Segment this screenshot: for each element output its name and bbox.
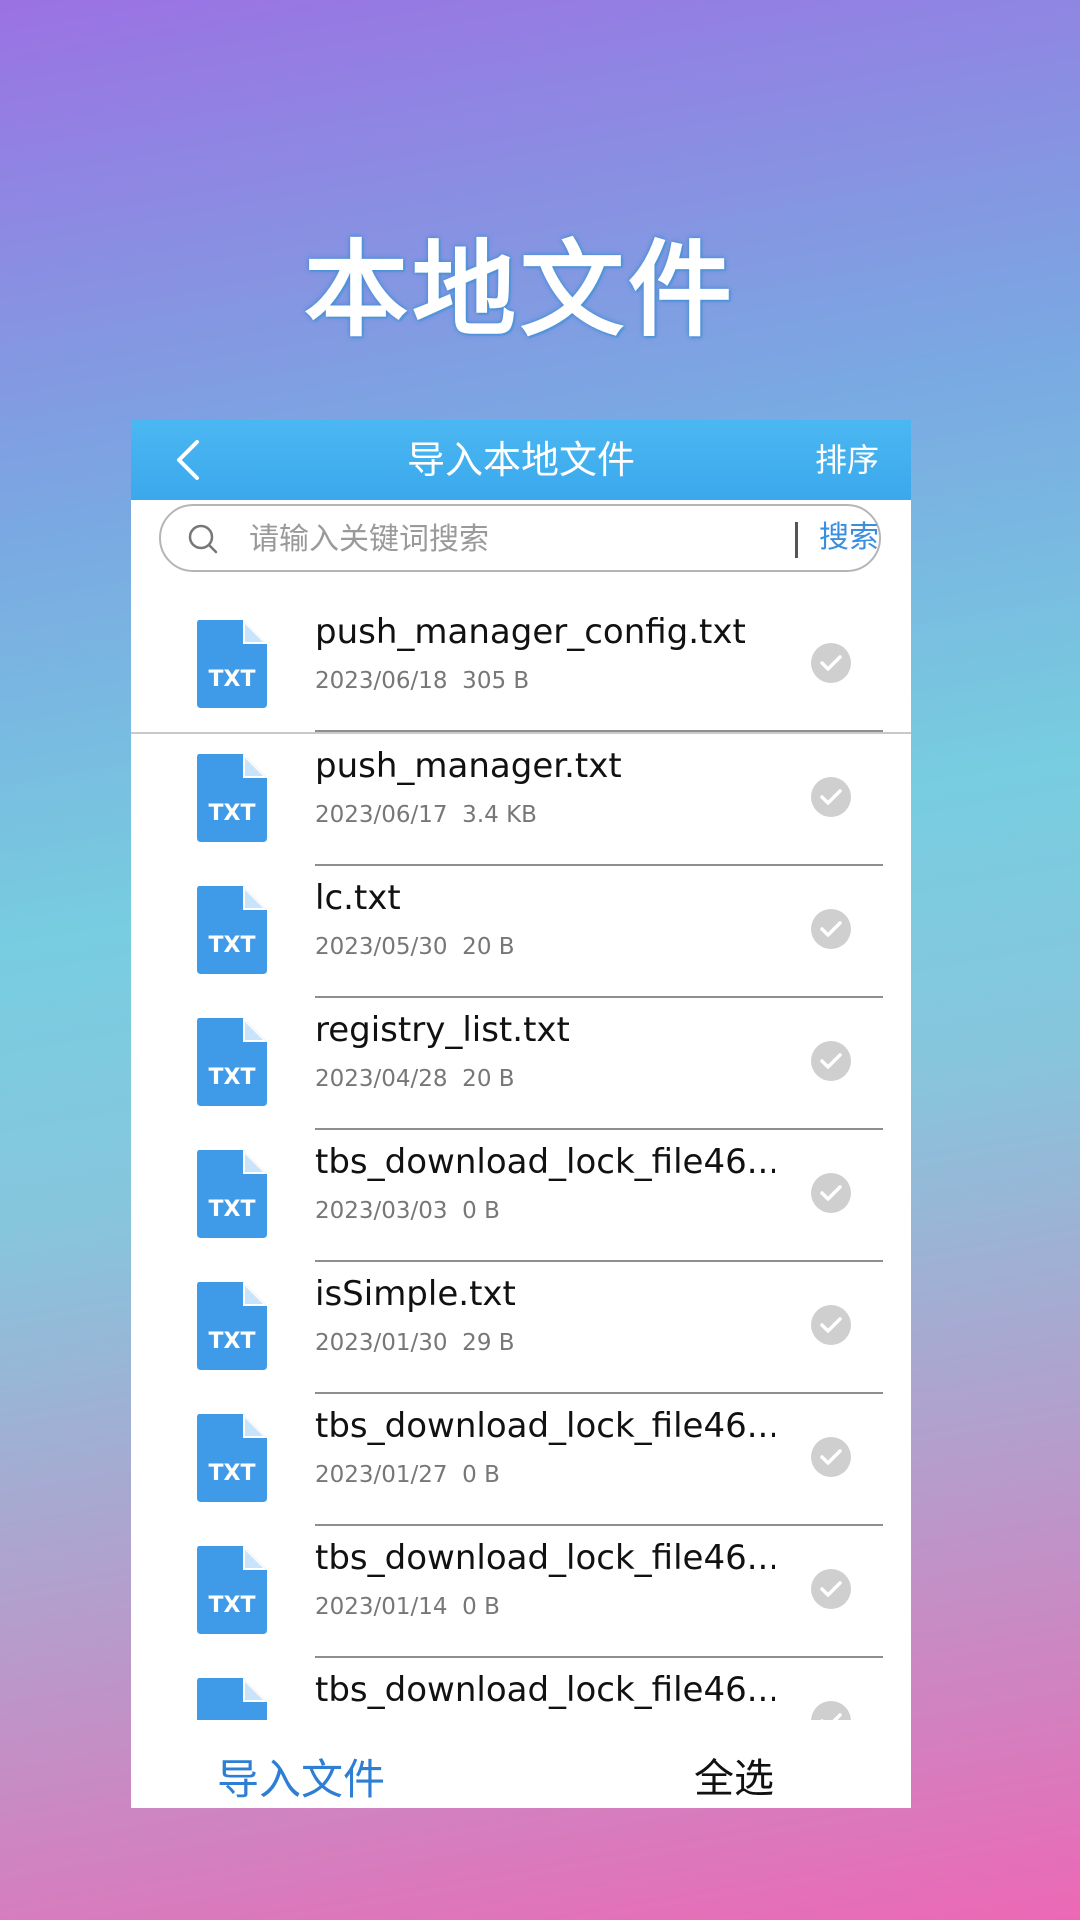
txt-file-icon: TXT xyxy=(197,1150,267,1238)
file-name: tbs_download_lock_file46... xyxy=(315,1538,775,1578)
svg-text:TXT: TXT xyxy=(209,1329,256,1354)
file-name: tbs_download_lock_file46... xyxy=(315,1142,775,1182)
bottom-bar: 导入文件 全选 xyxy=(131,1720,911,1808)
svg-text:TXT: TXT xyxy=(209,667,256,692)
file-row[interactable]: TXT push_manager_config.txt 2023/06/18 3… xyxy=(131,600,911,734)
file-name: tbs_download_lock_file46... xyxy=(315,1406,775,1446)
file-name: isSimple.txt xyxy=(315,1274,516,1314)
file-row[interactable]: TXT tbs_download_lock_file46... xyxy=(131,1658,911,1720)
hero-title: 本地文件 xyxy=(303,229,736,351)
file-list: TXT push_manager_config.txt 2023/06/18 3… xyxy=(131,600,911,1720)
txt-file-icon: TXT xyxy=(197,1546,267,1634)
file-row[interactable]: TXT registry_list.txt 2023/04/28 20 B xyxy=(131,998,911,1130)
file-name: registry_list.txt xyxy=(315,1010,570,1050)
check-circle-icon[interactable] xyxy=(810,1040,852,1082)
svg-text:TXT: TXT xyxy=(209,933,256,958)
file-row[interactable]: TXT tbs_download_lock_file46... 2023/01/… xyxy=(131,1526,911,1658)
check-circle-icon[interactable] xyxy=(810,1436,852,1478)
check-circle-icon[interactable] xyxy=(810,1568,852,1610)
file-meta: 2023/06/17 3.4 KB xyxy=(315,802,537,828)
svg-text:TXT: TXT xyxy=(209,1065,256,1090)
txt-file-icon: TXT xyxy=(197,1414,267,1502)
file-name: push_manager_config.txt xyxy=(315,612,746,652)
txt-file-icon: TXT xyxy=(197,1282,267,1370)
file-row[interactable]: TXT lc.txt 2023/05/30 20 B xyxy=(131,866,911,998)
check-circle-icon[interactable] xyxy=(810,1700,852,1720)
svg-text:TXT: TXT xyxy=(209,1461,256,1486)
file-meta: 2023/04/28 20 B xyxy=(315,1066,515,1092)
svg-text:TXT: TXT xyxy=(209,1197,256,1222)
file-meta: 2023/03/03 0 B xyxy=(315,1198,500,1224)
svg-text:TXT: TXT xyxy=(209,801,256,826)
file-meta: 2023/01/30 29 B xyxy=(315,1330,515,1356)
top-bar: 导入本地文件 排序 xyxy=(131,420,911,500)
file-name: lc.txt xyxy=(315,878,401,918)
import-files-button[interactable]: 导入文件 xyxy=(217,1746,385,1807)
file-meta: 2023/01/14 0 B xyxy=(315,1594,500,1620)
sort-button[interactable]: 排序 xyxy=(815,420,879,500)
file-row[interactable]: TXT tbs_download_lock_file46... 2023/01/… xyxy=(131,1394,911,1526)
check-circle-icon[interactable] xyxy=(810,1172,852,1214)
file-row[interactable]: TXT tbs_download_lock_file46... 2023/03/… xyxy=(131,1130,911,1262)
txt-file-icon: TXT xyxy=(197,620,267,708)
txt-file-icon: TXT xyxy=(197,754,267,842)
svg-text:TXT: TXT xyxy=(209,1593,256,1618)
txt-file-icon: TXT xyxy=(197,1018,267,1106)
check-circle-icon[interactable] xyxy=(810,908,852,950)
check-circle-icon[interactable] xyxy=(810,776,852,818)
file-name: tbs_download_lock_file46... xyxy=(315,1670,775,1710)
search-divider xyxy=(795,522,798,558)
file-meta: 2023/05/30 20 B xyxy=(315,934,515,960)
search-button[interactable]: 搜索 xyxy=(819,506,879,570)
app-panel: 导入本地文件 排序 搜索 TXT push_manager_config.txt… xyxy=(131,420,911,1808)
file-name: push_manager.txt xyxy=(315,746,622,786)
check-circle-icon[interactable] xyxy=(810,1304,852,1346)
page-title: 导入本地文件 xyxy=(406,438,635,482)
select-all-button[interactable]: 全选 xyxy=(694,1746,774,1804)
txt-file-icon: TXT xyxy=(197,1678,267,1720)
file-row[interactable]: TXT isSimple.txt 2023/01/30 29 B xyxy=(131,1262,911,1394)
search-icon xyxy=(188,524,218,554)
file-meta: 2023/06/18 305 B xyxy=(315,668,530,694)
file-meta: 2023/01/27 0 B xyxy=(315,1462,500,1488)
search-bar: 搜索 xyxy=(159,504,891,572)
file-row[interactable]: TXT push_manager.txt 2023/06/17 3.4 KB xyxy=(131,734,911,866)
check-circle-icon[interactable] xyxy=(810,642,852,684)
txt-file-icon: TXT xyxy=(197,886,267,974)
